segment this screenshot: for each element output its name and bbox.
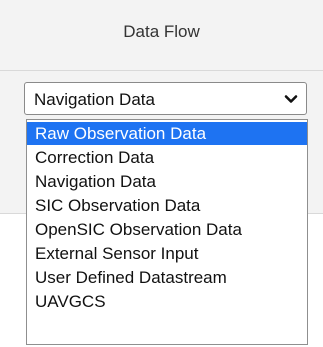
data-type-select-value: Navigation Data — [34, 90, 155, 109]
option-user-defined-datastream[interactable]: User Defined Datastream — [27, 266, 307, 289]
option-opensic-observation-data[interactable]: OpenSIC Observation Data — [27, 218, 307, 241]
option-external-sensor-input[interactable]: External Sensor Input — [27, 242, 307, 265]
data-flow-window: Data Flow Navigation Data Raw Observatio… — [0, 0, 323, 347]
chevron-down-icon — [284, 92, 298, 106]
data-type-options-list: Raw Observation Data Correction Data Nav… — [26, 119, 308, 345]
option-raw-observation-data[interactable]: Raw Observation Data — [27, 122, 307, 145]
option-uavgcs[interactable]: UAVGCS — [27, 290, 307, 313]
option-correction-data[interactable]: Correction Data — [27, 146, 307, 169]
page-title: Data Flow — [123, 22, 200, 41]
option-navigation-data[interactable]: Navigation Data — [27, 170, 307, 193]
data-flow-header: Data Flow — [0, 0, 323, 71]
option-sic-observation-data[interactable]: SIC Observation Data — [27, 194, 307, 217]
data-type-select[interactable]: Navigation Data — [24, 82, 307, 115]
